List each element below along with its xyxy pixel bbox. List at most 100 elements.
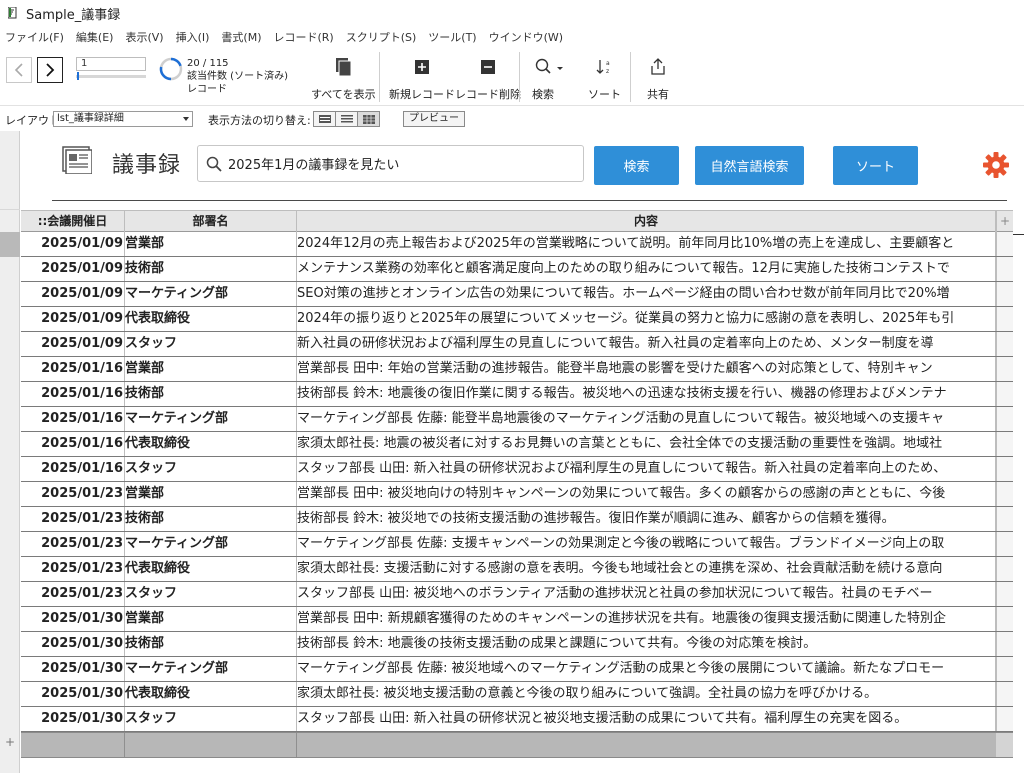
cell-department[interactable]: 営業部 [125,357,297,381]
cell-meeting-date[interactable]: 2025/01/16 [21,357,125,381]
cell-meeting-date[interactable]: 2025/01/30 [21,607,125,631]
table-row[interactable]: 2025/01/23 スタッフ スタッフ部長 山田: 被災地へのボランティア活動の進… [21,582,1013,607]
menu-records[interactable]: レコード(R) [267,29,339,45]
cell-content[interactable]: 家須太郎社長: 地震の被災者に対するお見舞いの言葉とともに、会社全体での支援活動… [297,432,996,456]
menu-format[interactable]: 書式(M) [215,29,267,45]
table-row[interactable]: 2025/01/30 マーケティング部 マーケティング部長 佐藤: 被災地域へのマー… [21,657,1013,682]
cell-content[interactable]: 技術部長 鈴木: 地震後の技術支援活動の成果と課題について共有。今後の対応策を検… [297,632,996,656]
cell-meeting-date[interactable]: 2025/01/09 [21,282,125,306]
table-row[interactable]: 2025/01/09 マーケティング部 SEO対策の進捗とオンライン広告の効果につい… [21,282,1013,307]
cell-content[interactable]: 家須太郎社長: 被災地支援活動の意義と今後の取り組みについて強調。全社員の協力を… [297,682,996,706]
cell-department[interactable]: マーケティング部 [125,282,297,306]
cell-content[interactable]: スタッフ部長 山田: 新入社員の研修状況および福利厚生の見直しについて報告。新入… [297,457,996,481]
table-row[interactable]: 2025/01/23 マーケティング部 マーケティング部長 佐藤: 支援キャンペーン… [21,532,1013,557]
cell-department[interactable]: マーケティング部 [125,657,297,681]
cell-department[interactable]: 営業部 [125,482,297,506]
table-row[interactable]: 2025/01/30 技術部 技術部長 鈴木: 地震後の技術支援活動の成果と課題につ… [21,632,1013,657]
next-record-button[interactable] [37,57,63,83]
prev-record-button[interactable] [6,57,32,83]
cell-content[interactable]: マーケティング部長 佐藤: 能登半島地震後のマーケティング活動の見直しについて報… [297,407,996,431]
record-slider-thumb[interactable] [77,72,79,80]
cell-content[interactable]: マーケティング部長 佐藤: 支援キャンペーンの効果測定と今後の戦略について報告。… [297,532,996,556]
cell-department[interactable]: 営業部 [125,232,297,256]
cell-content[interactable]: 2024年の振り返りと2025年の展望についてメッセージ。従業員の努力と協力に感… [297,307,996,331]
view-form-button[interactable] [313,111,336,127]
sort-records-button[interactable]: ソート [833,146,918,185]
table-row[interactable]: 2025/01/09 営業部 2024年12月の売上報告および2025年の営業戦略に… [21,232,1013,257]
sort-button[interactable]: az ソート [588,54,621,102]
share-button[interactable]: 共有 [647,54,669,102]
table-row[interactable]: 2025/01/23 技術部 技術部長 鈴木: 被災地での技術支援活動の進捗報告。復… [21,507,1013,532]
cell-content[interactable]: 営業部長 田中: 新規顧客獲得のためのキャンペーンの進捗状況を共有。地震後の復興… [297,607,996,631]
current-record-input[interactable]: 1 [76,57,146,71]
table-row[interactable]: 2025/01/09 技術部 メンテナンス業務の効率化と顧客満足度向上のための取り組… [21,257,1013,282]
cell-department[interactable]: 代表取締役 [125,307,297,331]
cell-department[interactable]: マーケティング部 [125,532,297,556]
delete-record-button[interactable]: レコード削除 [455,54,521,102]
cell-content[interactable]: 技術部長 鈴木: 地震後の復旧作業に関する報告。被災地への迅速な技術支援を行い、… [297,382,996,406]
cell-content[interactable]: マーケティング部長 佐藤: 被災地域へのマーケティング活動の成果と今後の展開につ… [297,657,996,681]
cell-meeting-date[interactable]: 2025/01/16 [21,457,125,481]
table-row[interactable]: 2025/01/30 スタッフ スタッフ部長 山田: 新入社員の研修状況と被災地支援… [21,707,1013,732]
table-row[interactable]: 2025/01/30 営業部 営業部長 田中: 新規顧客獲得のためのキャンペーンの進… [21,607,1013,632]
cell-meeting-date[interactable]: 2025/01/09 [21,257,125,281]
menu-insert[interactable]: 挿入(I) [170,29,216,45]
cell-content[interactable]: 家須太郎社長: 支援活動に対する感謝の意を表明。今後も地域社会との連携を深め、社… [297,557,996,581]
new-record-button[interactable]: 新規レコード [389,54,455,102]
search-input[interactable]: 2025年1月の議事録を見たい [197,145,584,182]
gear-icon[interactable] [982,151,1010,179]
cell-department[interactable]: 代表取締役 [125,557,297,581]
column-header-department[interactable]: 部署名 [125,211,297,232]
table-row[interactable]: 2025/01/16 営業部 営業部長 田中: 年始の営業活動の進捗報告。能登半島地… [21,357,1013,382]
table-row[interactable]: 2025/01/16 スタッフ スタッフ部長 山田: 新入社員の研修状況および福利厚… [21,457,1013,482]
cell-department[interactable]: 技術部 [125,507,297,531]
cell-content[interactable]: 新入社員の研修状況および福利厚生の見直しについて報告。新入社員の定着率向上のため… [297,332,996,356]
cell-meeting-date[interactable]: 2025/01/30 [21,707,125,731]
cell-department[interactable]: 技術部 [125,632,297,656]
cell-meeting-date[interactable]: 2025/01/23 [21,507,125,531]
menu-file[interactable]: ファイル(F) [0,29,70,45]
menu-edit[interactable]: 編集(E) [70,29,120,45]
column-header-content[interactable]: 内容 [297,211,996,232]
cell-content[interactable]: スタッフ部長 山田: 被災地へのボランティア活動の進捗状況と社員の参加状況につい… [297,582,996,606]
cell-meeting-date[interactable]: 2025/01/30 [21,682,125,706]
cell-meeting-date[interactable]: 2025/01/23 [21,582,125,606]
add-column-button[interactable]: + [996,211,1013,232]
menu-window[interactable]: ウインドウ(W) [483,29,569,45]
cell-department[interactable]: スタッフ [125,457,297,481]
cell-department[interactable]: スタッフ [125,332,297,356]
column-header-date[interactable]: ::会議開催日 [21,211,125,232]
natural-language-search-button[interactable]: 自然言語検索 [695,146,804,185]
table-row[interactable]: 2025/01/09 代表取締役 2024年の振り返りと2025年の展望についてメッ… [21,307,1013,332]
preview-button[interactable]: プレビュー [403,111,465,127]
cell-meeting-date[interactable]: 2025/01/09 [21,232,125,256]
cell-department[interactable]: スタッフ [125,582,297,606]
view-table-button[interactable] [357,111,380,127]
menu-tools[interactable]: ツール(T) [422,29,482,45]
cell-content[interactable]: 技術部長 鈴木: 被災地での技術支援活動の進捗報告。復旧作業が順調に進み、顧客か… [297,507,996,531]
cell-content[interactable]: スタッフ部長 山田: 新入社員の研修状況と被災地支援活動の成果について共有。福利… [297,707,996,731]
menu-scripts[interactable]: スクリプト(S) [340,29,423,45]
cell-meeting-date[interactable]: 2025/01/23 [21,482,125,506]
cell-department[interactable]: 代表取締役 [125,432,297,456]
cell-content[interactable]: SEO対策の進捗とオンライン広告の効果について報告。ホームページ経由の問い合わせ… [297,282,996,306]
cell-department[interactable]: 営業部 [125,607,297,631]
table-row[interactable]: 2025/01/16 代表取締役 家須太郎社長: 地震の被災者に対するお見舞いの言葉… [21,432,1013,457]
cell-meeting-date[interactable]: 2025/01/23 [21,557,125,581]
table-row[interactable]: 2025/01/23 代表取締役 家須太郎社長: 支援活動に対する感謝の意を表明。今… [21,557,1013,582]
table-row[interactable]: 2025/01/09 スタッフ 新入社員の研修状況および福利厚生の見直しについて報告… [21,332,1013,357]
layout-select[interactable]: lst_議事録詳細 [53,111,193,127]
cell-meeting-date[interactable]: 2025/01/23 [21,532,125,556]
search-button[interactable]: 検索 [594,146,679,185]
cell-content[interactable]: 営業部長 田中: 年始の営業活動の進捗報告。能登半島地震の影響を受けた顧客への対… [297,357,996,381]
table-row[interactable]: 2025/01/16 マーケティング部 マーケティング部長 佐藤: 能登半島地震後の… [21,407,1013,432]
table-row[interactable]: 2025/01/30 代表取締役 家須太郎社長: 被災地支援活動の意義と今後の取り組… [21,682,1013,707]
cell-meeting-date[interactable]: 2025/01/16 [21,382,125,406]
cell-meeting-date[interactable]: 2025/01/30 [21,657,125,681]
menu-view[interactable]: 表示(V) [119,29,169,45]
table-row[interactable]: 2025/01/23 営業部 営業部長 田中: 被災地向けの特別キャンペーンの効果に… [21,482,1013,507]
cell-content[interactable]: メンテナンス業務の効率化と顧客満足度向上のための取り組みについて報告。12月に実… [297,257,996,281]
find-button[interactable]: 検索 [532,54,566,102]
cell-department[interactable]: スタッフ [125,707,297,731]
gutter-add-row-icon[interactable]: + [5,735,15,749]
